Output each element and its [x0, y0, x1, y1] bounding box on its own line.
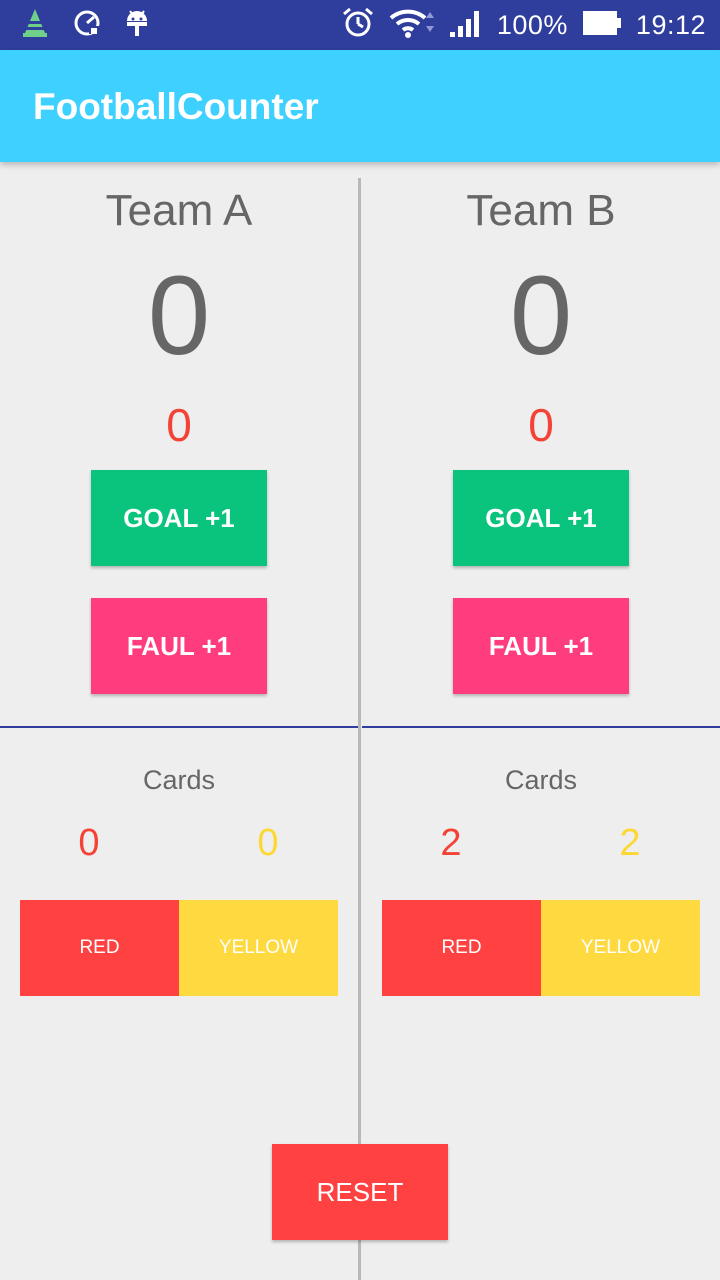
team-a-red-card-button[interactable]: RED: [20, 900, 179, 996]
status-bar-system: 100% 19:12: [341, 0, 706, 50]
alarm-icon: [341, 6, 375, 45]
battery-percent: 100%: [496, 9, 568, 40]
team-a-red-count: 0: [78, 822, 100, 864]
team-a-cards-title: Cards: [142, 765, 216, 795]
team-b-score: 0: [509, 253, 573, 378]
status-bar-notifications: [20, 8, 150, 42]
clock: 19:12: [635, 9, 706, 40]
status-bar: 100% 19:12: [0, 0, 720, 50]
team-a-section-divider: [0, 726, 358, 728]
team-a-yellow-card-button[interactable]: YELLOW: [179, 900, 338, 996]
team-b-yellow-count: 2: [619, 822, 641, 864]
team-b-section-divider: [362, 726, 720, 728]
app-bar: FootballCounter: [0, 50, 720, 162]
team-a-yellow-count: 0: [257, 822, 279, 864]
team-b-red-card-button[interactable]: RED: [382, 900, 541, 996]
reset-button[interactable]: RESET: [272, 1144, 448, 1240]
team-a-goal-button[interactable]: GOAL +1: [91, 470, 267, 566]
team-a-name: Team A: [105, 186, 253, 235]
cone-app-icon: [20, 7, 50, 44]
signal-icon: [449, 8, 483, 43]
speed-wrench-icon: [72, 8, 102, 43]
app-title: FootballCounter: [33, 86, 319, 127]
team-b-yellow-card-button[interactable]: YELLOW: [541, 900, 700, 996]
center-divider: [358, 178, 361, 1280]
android-debug-icon: [124, 7, 150, 44]
battery-icon: [582, 10, 622, 41]
team-b-red-count: 2: [440, 822, 462, 864]
team-a-fouls: 0: [166, 399, 192, 451]
team-a-faul-button[interactable]: FAUL +1: [91, 598, 267, 694]
team-a-score: 0: [147, 253, 211, 378]
wifi-icon: [389, 6, 435, 45]
team-b-fouls: 0: [528, 399, 554, 451]
team-b-name: Team B: [466, 186, 616, 235]
team-b-faul-button[interactable]: FAUL +1: [453, 598, 629, 694]
team-b-goal-button[interactable]: GOAL +1: [453, 470, 629, 566]
team-b-cards-title: Cards: [504, 765, 578, 795]
